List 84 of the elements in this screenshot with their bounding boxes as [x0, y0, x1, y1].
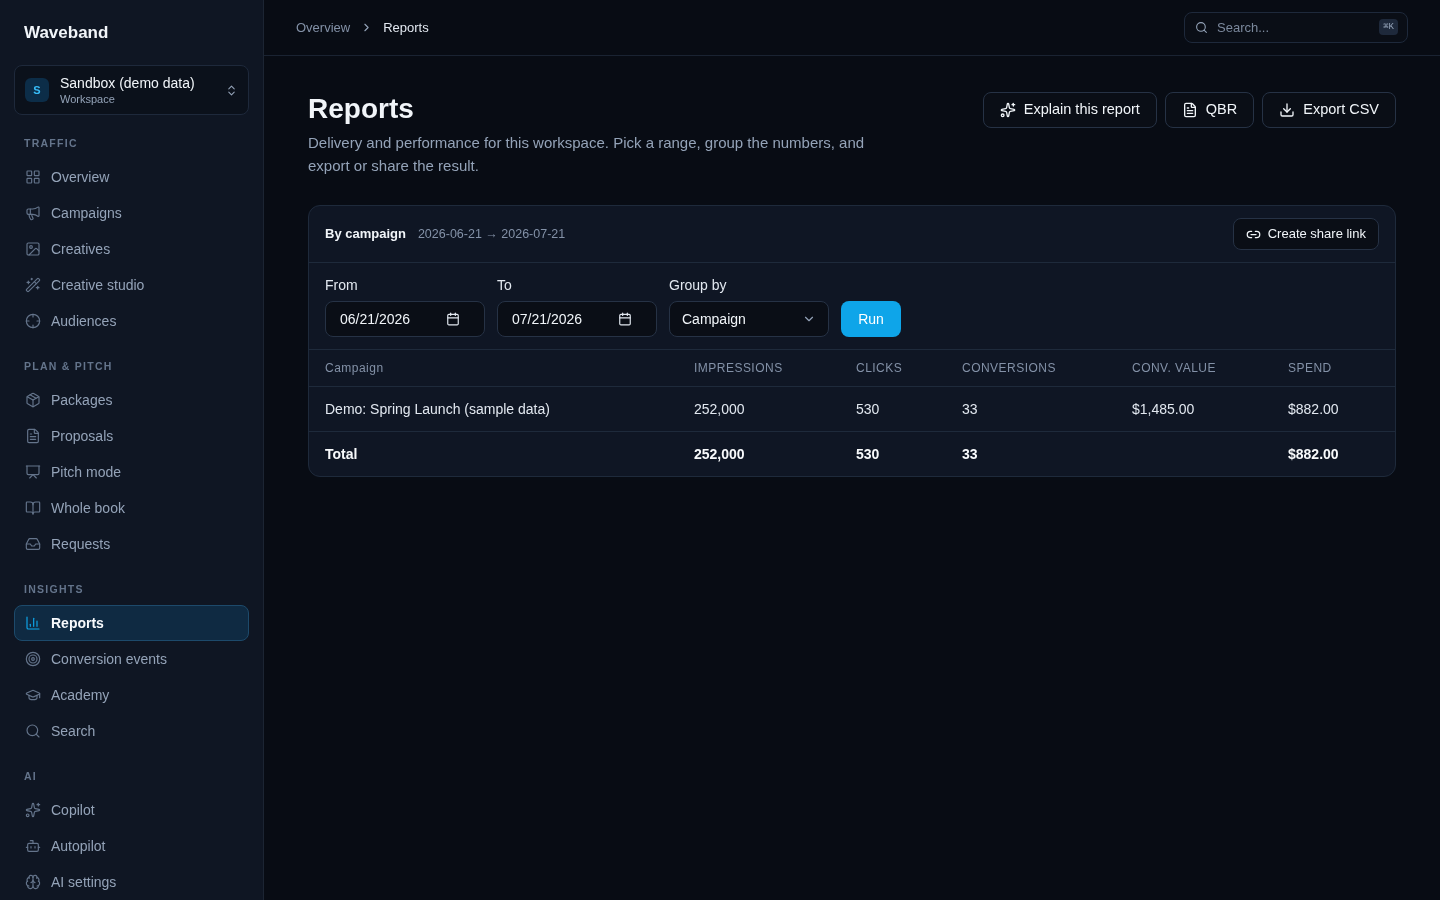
report-title: By campaign — [325, 225, 406, 244]
nav-item[interactable]: Campaigns — [14, 195, 249, 231]
package-icon — [25, 392, 41, 408]
section-heading: TRAFFIC — [24, 136, 78, 151]
nav-item[interactable]: Audiences — [14, 303, 249, 339]
section-heading: PLAN & PITCH — [24, 359, 113, 374]
workspace-subtitle: Workspace — [60, 92, 115, 106]
share-link-button[interactable]: Create share link — [1232, 218, 1379, 250]
nav-item[interactable]: Conversion events — [14, 641, 249, 677]
table-cell-text: 33 — [962, 399, 978, 419]
nav-item[interactable]: Whole book — [14, 490, 249, 526]
total-cell-text: 530 — [856, 444, 880, 464]
image-icon — [25, 241, 41, 257]
page-title: Reports — [308, 92, 414, 126]
document-icon — [1181, 102, 1198, 118]
column-header: IMPRESSIONS — [694, 360, 783, 377]
nav-item[interactable]: Overview — [14, 159, 249, 195]
chevrons-up-down-icon — [225, 83, 238, 97]
book-icon — [25, 500, 41, 516]
nav-item[interactable]: Reports — [14, 605, 249, 641]
grid-icon — [25, 169, 41, 185]
robot-icon — [25, 838, 41, 854]
megaphone-icon — [25, 205, 41, 221]
inbox-icon — [25, 536, 41, 552]
column-header: CLICKS — [856, 360, 903, 377]
search-icon — [25, 723, 41, 739]
nav-item[interactable]: Search — [14, 713, 249, 749]
workspace-switcher[interactable]: S Sandbox (demo data) Workspace — [14, 65, 249, 115]
column-header: CONVERSIONS — [962, 360, 1056, 377]
action-button[interactable]: Export CSV — [1262, 92, 1396, 128]
breadcrumb-link[interactable]: Reports — [383, 17, 429, 38]
field-label: Group by — [669, 277, 727, 293]
total-cell-text: Total — [325, 444, 358, 464]
action-button[interactable]: QBR — [1164, 92, 1255, 128]
calendar-icon — [446, 312, 460, 326]
table-cell-text: $1,485.00 — [1132, 399, 1195, 419]
nav-item[interactable]: Pitch mode — [14, 454, 249, 490]
sparkles-icon — [999, 102, 1016, 118]
nav-item[interactable]: Academy — [14, 677, 249, 713]
field-label: To — [497, 277, 512, 293]
document-icon — [25, 428, 41, 444]
download-icon — [1279, 102, 1296, 118]
table-cell-text: Demo: Spring Launch (sample data) — [325, 399, 550, 419]
table-cell-text: 530 — [856, 399, 880, 419]
column-header: Campaign — [325, 360, 384, 377]
total-cell-text: $882.00 — [1288, 444, 1339, 464]
date-range: 2026-06-21 → 2026-07-21 — [417, 225, 566, 243]
breadcrumb-link[interactable]: Overview — [296, 17, 351, 38]
group-by-select[interactable]: Campaign — [669, 301, 829, 337]
calendar-icon — [618, 312, 632, 326]
magic-wand-icon — [25, 277, 41, 293]
action-button[interactable]: Explain this report — [982, 92, 1157, 128]
target-icon — [25, 651, 41, 667]
nav-item[interactable]: Autopilot — [14, 828, 249, 864]
nav-item[interactable]: AI settings — [14, 864, 249, 900]
section-heading: AI — [24, 769, 38, 784]
nav-item[interactable]: Creatives — [14, 231, 249, 267]
brand-name: Waveband — [24, 22, 110, 44]
nav-item[interactable]: Creative studio — [14, 267, 249, 303]
crosshair-icon — [25, 313, 41, 329]
column-header: SPEND — [1288, 360, 1332, 377]
field-label: From — [325, 277, 358, 293]
nav-item[interactable]: Proposals — [14, 418, 249, 454]
shortcut-badge: ⌘K — [1379, 19, 1398, 35]
bar-chart-icon — [25, 615, 41, 631]
nav-item[interactable]: Copilot — [14, 792, 249, 828]
brain-icon — [25, 874, 41, 890]
section-heading: INSIGHTS — [24, 582, 84, 597]
nav-item[interactable]: Packages — [14, 382, 249, 418]
presentation-board-icon — [25, 464, 41, 480]
workspace-name: Sandbox (demo data) — [60, 74, 195, 92]
date-field[interactable]: 07/21/2026 — [497, 301, 657, 337]
table-cell-text: 252,000 — [694, 399, 745, 419]
total-cell-text: 33 — [962, 444, 978, 464]
graduation-cap-icon — [25, 687, 41, 703]
nav-item[interactable]: Requests — [14, 526, 249, 562]
workspace-avatar: S — [25, 78, 49, 102]
total-cell-text: 252,000 — [694, 444, 745, 464]
column-header: CONV. VALUE — [1132, 360, 1216, 377]
search-icon — [1195, 21, 1208, 34]
page-description: Delivery and performance for this workspace. Pick a range, group the numbers, and export or share the result. — [308, 133, 866, 176]
table-cell-text: $882.00 — [1288, 399, 1339, 419]
sparkles-icon — [25, 802, 41, 818]
date-field[interactable]: 06/21/2026 — [325, 301, 485, 337]
